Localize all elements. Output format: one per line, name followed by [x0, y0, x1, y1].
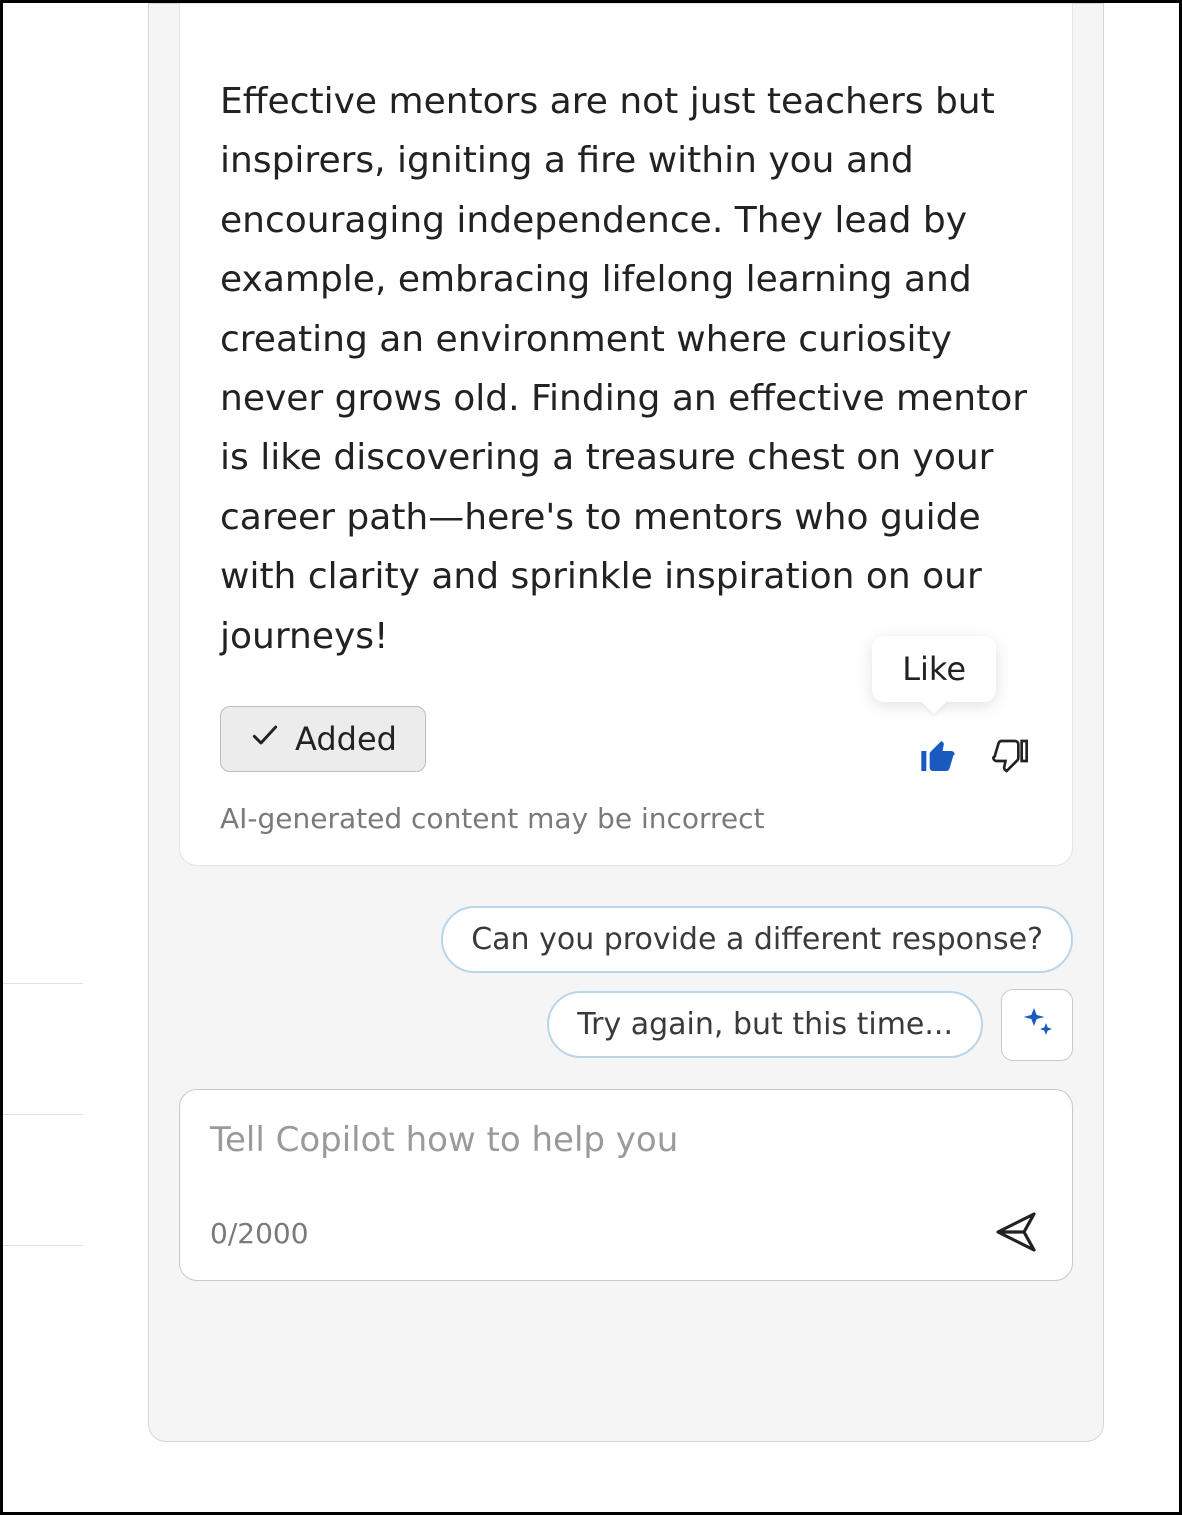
suggestion-different-response[interactable]: Can you provide a different response? [441, 906, 1073, 973]
ai-response-card: Effective mentors are not just teachers … [179, 3, 1073, 866]
ai-disclaimer: AI-generated content may be incorrect [220, 802, 1032, 835]
thumbs-down-icon[interactable] [988, 734, 1032, 778]
added-label: Added [295, 720, 397, 758]
char-counter: 0/2000 [210, 1217, 309, 1250]
send-icon [992, 1208, 1040, 1260]
sparkle-icon [1019, 1005, 1055, 1045]
thumbs-up-icon[interactable] [916, 734, 960, 778]
added-button[interactable]: Added [220, 706, 426, 772]
sparkle-button[interactable] [1001, 989, 1073, 1061]
suggestion-chips: Can you provide a different response? Tr… [179, 906, 1073, 1061]
ai-response-text: Effective mentors are not just teachers … [220, 34, 1032, 666]
response-actions-row: Added Like [220, 706, 1032, 772]
feedback-buttons [916, 734, 1032, 778]
check-icon [249, 719, 281, 759]
send-button[interactable] [990, 1208, 1042, 1260]
copilot-panel: Effective mentors are not just teachers … [148, 3, 1104, 1442]
suggestion-try-again[interactable]: Try again, but this time... [547, 991, 983, 1058]
sidebar-divider-remnant [3, 983, 83, 1376]
copilot-input-card[interactable]: Tell Copilot how to help you 0/2000 [179, 1089, 1073, 1281]
copilot-input[interactable]: Tell Copilot how to help you [210, 1120, 1042, 1180]
input-footer: 0/2000 [210, 1208, 1042, 1260]
like-tooltip-label: Like [902, 650, 966, 688]
like-tooltip: Like [872, 636, 996, 702]
